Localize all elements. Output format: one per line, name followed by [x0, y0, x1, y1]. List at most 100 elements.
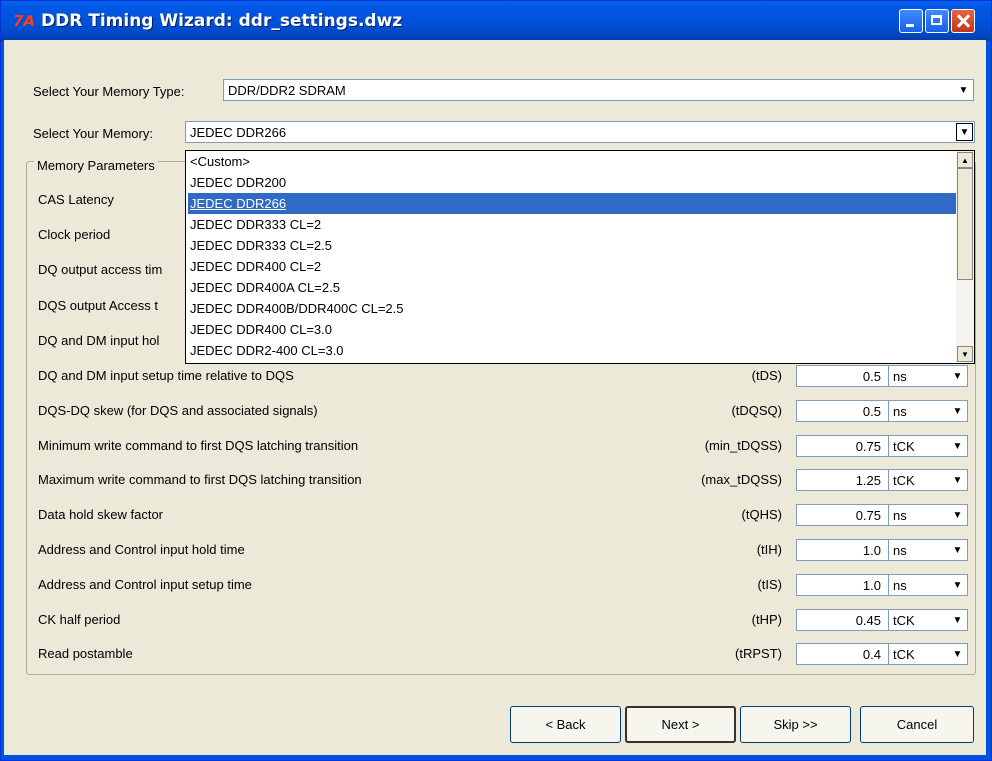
cancel-button[interactable]: Cancel [860, 706, 974, 743]
param-unit: ns [893, 508, 907, 523]
dropdown-scrollbar[interactable]: ▲ ▼ [956, 151, 974, 363]
param-value: 0.5 [862, 404, 881, 419]
title-bar: 7A DDR Timing Wizard: ddr_settings.dwz [1, 1, 991, 41]
list-item[interactable]: JEDEC DDR333 CL=2.5 [188, 235, 958, 256]
list-item[interactable]: JEDEC DDR333 CL=2 [188, 214, 958, 235]
param-value: 0.45 [855, 613, 881, 628]
memory-value: JEDEC DDR266 [190, 125, 287, 140]
chevron-down-icon[interactable]: ▼ [949, 611, 966, 629]
list-item[interactable]: JEDEC DDR400 CL=2 [188, 256, 958, 277]
chevron-down-icon[interactable]: ▼ [949, 471, 966, 489]
param-unit: ns [893, 404, 907, 419]
param-value-input[interactable]: 1.0 [796, 574, 889, 596]
param-value-input[interactable]: 0.5 [796, 365, 889, 387]
param-label: DQS-DQ skew (for DQS and associated sign… [38, 403, 318, 418]
scroll-thumb[interactable] [957, 168, 973, 280]
list-item[interactable]: <Custom> [188, 151, 958, 172]
param-value: 0.75 [855, 508, 881, 523]
param-symbol: (tDQSQ) [731, 403, 782, 418]
param-symbol: (tIS) [757, 577, 782, 592]
param-label: DQ and DM input setup time relative to D… [38, 368, 294, 383]
chevron-down-icon[interactable]: ▼ [949, 645, 966, 663]
param-symbol: (min_tDQSS) [704, 438, 782, 453]
list-item[interactable]: JEDEC DDR400A CL=2.5 [188, 277, 958, 298]
param-unit-select[interactable]: ns ▼ [888, 539, 968, 561]
param-unit: tCK [893, 647, 915, 662]
param-symbol: (tIH) [756, 542, 782, 557]
app-icon: 7A [13, 12, 36, 30]
param-value: 0.4 [862, 647, 881, 662]
param-value-input[interactable]: 0.4 [796, 643, 889, 665]
memory-dropdown-list[interactable]: <Custom> JEDEC DDR200 JEDEC DDR266 JEDEC… [185, 150, 975, 364]
window-title: DDR Timing Wizard: ddr_settings.dwz [41, 11, 403, 31]
back-button[interactable]: < Back [510, 706, 621, 743]
maximize-button[interactable] [925, 9, 949, 33]
param-label: Clock period [38, 227, 111, 242]
param-unit: tCK [893, 473, 915, 488]
memory-type-select[interactable]: DDR/DDR2 SDRAM ▼ [223, 79, 974, 101]
chevron-down-icon[interactable]: ▼ [949, 367, 966, 385]
chevron-down-icon[interactable]: ▼ [949, 576, 966, 594]
param-value-input[interactable]: 1.25 [796, 469, 889, 491]
param-label: CAS Latency [38, 192, 114, 207]
param-value-input[interactable]: 1.0 [796, 539, 889, 561]
param-unit-select[interactable]: ns ▼ [888, 400, 968, 422]
list-item[interactable]: JEDEC DDR200 [188, 172, 958, 193]
scroll-up-icon[interactable]: ▲ [957, 152, 973, 168]
chevron-down-icon[interactable]: ▼ [949, 506, 966, 524]
param-value: 0.5 [862, 369, 881, 384]
skip-button[interactable]: Skip >> [740, 706, 851, 743]
param-label: CK half period [38, 612, 121, 627]
param-value-input[interactable]: 0.5 [796, 400, 889, 422]
param-label: Maximum write command to first DQS latch… [38, 472, 362, 487]
param-value: 0.75 [855, 439, 881, 454]
chevron-down-icon[interactable]: ▼ [949, 541, 966, 559]
param-symbol: (tDS) [751, 368, 782, 383]
param-value-input[interactable]: 0.75 [796, 504, 889, 526]
next-button[interactable]: Next > [625, 706, 736, 743]
chevron-down-icon[interactable]: ▼ [949, 437, 966, 455]
param-label: Minimum write command to first DQS latch… [38, 438, 359, 453]
param-value-input[interactable]: 0.45 [796, 609, 889, 631]
param-unit-select[interactable]: tCK ▼ [888, 469, 968, 491]
param-value: 1.0 [862, 543, 881, 558]
param-label: DQ output access tim [38, 262, 163, 277]
param-unit-select[interactable]: ns ▼ [888, 574, 968, 596]
param-label: Data hold skew factor [38, 507, 164, 522]
close-button[interactable] [951, 9, 975, 33]
param-label: Read postamble [38, 646, 133, 661]
param-unit-select[interactable]: tCK ▼ [888, 609, 968, 631]
param-unit: tCK [893, 613, 915, 628]
param-unit: ns [893, 369, 907, 384]
param-label: DQ and DM input hol [38, 333, 160, 348]
param-symbol: (max_tDQSS) [701, 472, 782, 487]
param-unit-select[interactable]: tCK ▼ [888, 435, 968, 457]
list-item[interactable]: JEDEC DDR400B/DDR400C CL=2.5 [188, 298, 958, 319]
scroll-down-icon[interactable]: ▼ [957, 346, 973, 362]
chevron-down-icon[interactable]: ▼ [949, 402, 966, 420]
memory-type-label: Select Your Memory Type: [33, 84, 185, 99]
list-item[interactable]: JEDEC DDR400 CL=3.0 [188, 319, 958, 340]
chevron-down-icon[interactable]: ▼ [955, 81, 972, 99]
chevron-down-icon[interactable]: ▼ [956, 123, 973, 141]
param-symbol: (tRPST) [735, 646, 782, 661]
memory-label: Select Your Memory: [33, 126, 153, 141]
param-label: DQS output Access t [38, 298, 158, 313]
list-item-selected[interactable]: JEDEC DDR266 [188, 193, 958, 214]
param-value-input[interactable]: 0.75 [796, 435, 889, 457]
param-unit: ns [893, 543, 907, 558]
memory-select[interactable]: JEDEC DDR266 ▼ [185, 121, 975, 143]
param-unit: tCK [893, 439, 915, 454]
memory-parameters-title: Memory Parameters [34, 158, 158, 173]
param-value: 1.0 [862, 578, 881, 593]
param-symbol: (tQHS) [741, 507, 782, 522]
list-item[interactable]: JEDEC DDR2-400 CL=3.0 [188, 340, 958, 361]
param-unit-select[interactable]: ns ▼ [888, 365, 968, 387]
param-label: Address and Control input setup time [38, 577, 252, 592]
memory-type-value: DDR/DDR2 SDRAM [228, 83, 346, 98]
param-value: 1.25 [855, 473, 881, 488]
param-unit-select[interactable]: ns ▼ [888, 504, 968, 526]
param-unit-select[interactable]: tCK ▼ [888, 643, 968, 665]
minimize-button[interactable] [899, 9, 923, 33]
param-label: Address and Control input hold time [38, 542, 245, 557]
